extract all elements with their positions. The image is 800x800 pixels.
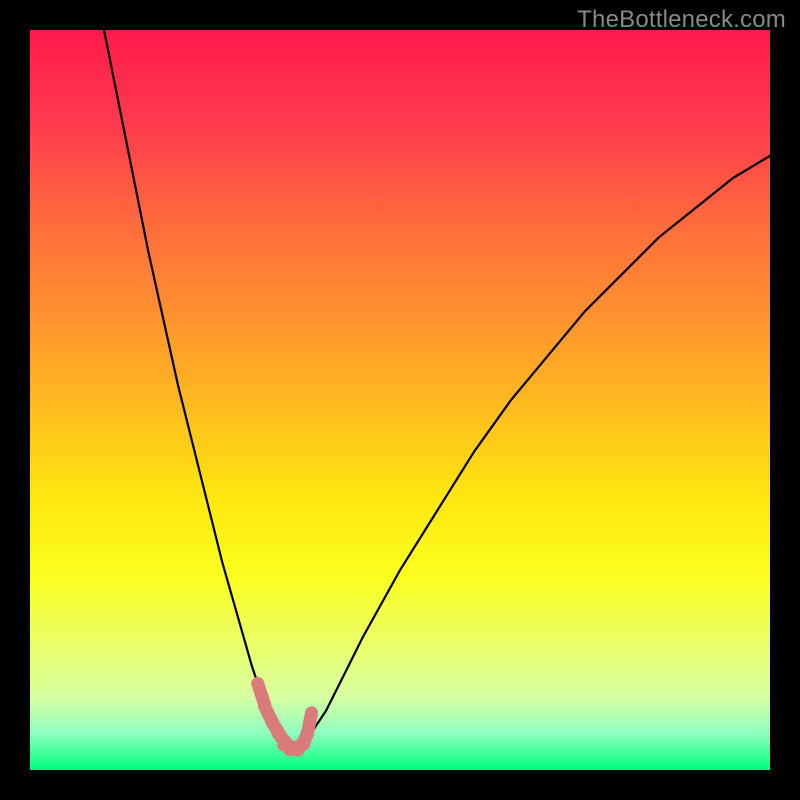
- marker-layer: [30, 30, 770, 770]
- marker-point: [302, 705, 319, 731]
- watermark-text: TheBottleneck.com: [577, 6, 786, 34]
- plot-area: [30, 30, 770, 770]
- highlighted-points: [249, 675, 319, 759]
- outer-frame: TheBottleneck.com: [0, 0, 800, 800]
